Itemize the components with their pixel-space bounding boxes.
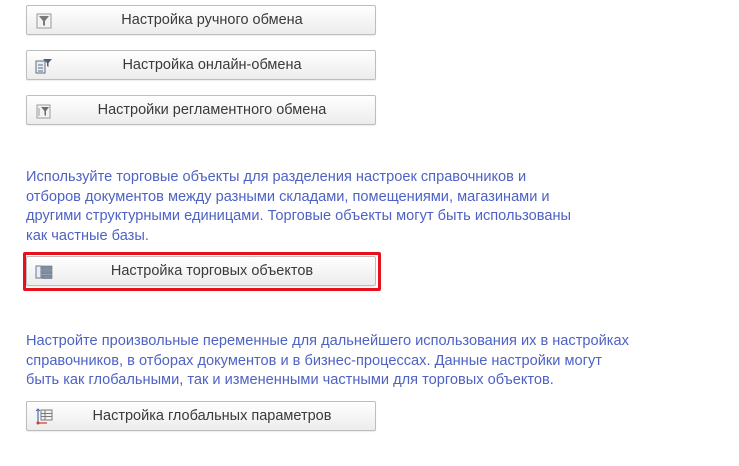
scheduled-exchange-label: Настройки регламентного обмена xyxy=(97,102,327,118)
global-params-description: Настройте произвольные переменные для да… xyxy=(26,333,629,388)
stacked-list-icon xyxy=(35,263,53,281)
trade-objects-button[interactable]: Настройка торговых объектов xyxy=(26,256,376,286)
scheduled-funnel-icon xyxy=(35,102,53,120)
online-exchange-label: Настройка онлайн-обмена xyxy=(122,57,302,73)
global-params-label: Настройка глобальных параметров xyxy=(92,408,332,424)
global-params-button[interactable]: Настройка глобальных параметров xyxy=(26,401,376,431)
manual-exchange-button[interactable]: Настройка ручного обмена xyxy=(26,5,376,35)
scheduled-exchange-button[interactable]: Настройки регламентного обмена xyxy=(26,95,376,125)
trade-objects-description: Используйте торговые объекты для разделе… xyxy=(26,169,571,244)
online-exchange-button[interactable]: Настройка онлайн-обмена xyxy=(26,50,376,80)
axis-table-icon xyxy=(35,408,53,426)
trade-objects-label: Настройка торговых объектов xyxy=(110,263,314,279)
document-funnel-icon xyxy=(35,57,53,75)
funnel-icon xyxy=(35,12,53,30)
manual-exchange-label: Настройка ручного обмена xyxy=(121,12,303,28)
